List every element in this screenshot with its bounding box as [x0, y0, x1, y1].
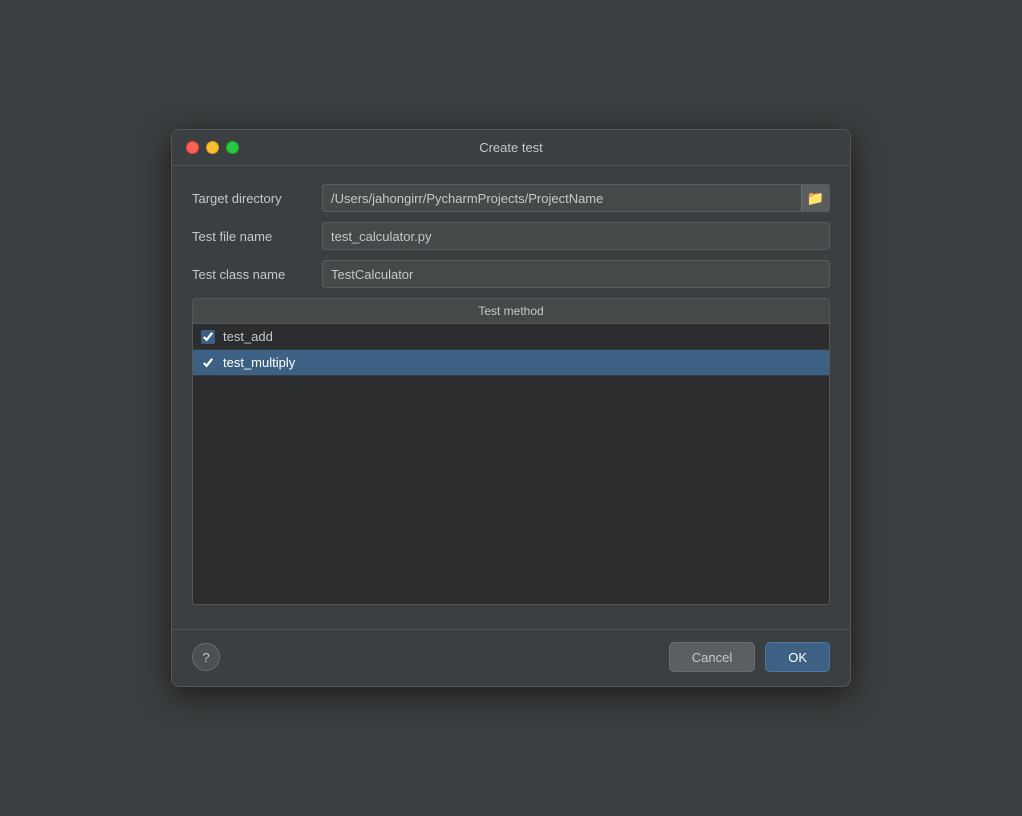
cancel-button[interactable]: Cancel: [669, 642, 755, 672]
footer-buttons: Cancel OK: [669, 642, 830, 672]
target-directory-row: Target directory 📁: [192, 184, 830, 212]
test-class-name-label: Test class name: [192, 267, 322, 282]
browse-button[interactable]: 📁: [801, 185, 829, 211]
create-test-dialog: Create test Target directory 📁 Test file…: [171, 129, 851, 687]
test-file-name-input[interactable]: [323, 223, 829, 249]
test-file-name-label: Test file name: [192, 229, 322, 244]
dialog-title: Create test: [479, 140, 543, 155]
test-class-name-input-wrapper: [322, 260, 830, 288]
test-add-label: test_add: [223, 329, 273, 344]
test-method-table: Test method test_add test_multiply: [192, 298, 830, 605]
table-body: test_add test_multiply: [193, 324, 829, 604]
table-header: Test method: [193, 299, 829, 324]
test-class-name-input[interactable]: [323, 261, 829, 287]
maximize-button[interactable]: [226, 141, 239, 154]
target-directory-input[interactable]: [323, 185, 801, 211]
help-button[interactable]: ?: [192, 643, 220, 671]
test-file-name-row: Test file name: [192, 222, 830, 250]
target-directory-label: Target directory: [192, 191, 322, 206]
test-multiply-checkbox[interactable]: [201, 356, 215, 370]
dialog-footer: ? Cancel OK: [172, 629, 850, 686]
test-multiply-label: test_multiply: [223, 355, 295, 370]
title-bar: Create test: [172, 130, 850, 166]
target-directory-input-wrapper: 📁: [322, 184, 830, 212]
test-class-name-row: Test class name: [192, 260, 830, 288]
test-add-checkbox[interactable]: [201, 330, 215, 344]
table-row[interactable]: test_multiply: [193, 350, 829, 376]
window-controls: [186, 141, 239, 154]
test-file-name-input-wrapper: [322, 222, 830, 250]
minimize-button[interactable]: [206, 141, 219, 154]
close-button[interactable]: [186, 141, 199, 154]
ok-button[interactable]: OK: [765, 642, 830, 672]
table-row[interactable]: test_add: [193, 324, 829, 350]
dialog-body: Target directory 📁 Test file name Test c…: [172, 166, 850, 619]
